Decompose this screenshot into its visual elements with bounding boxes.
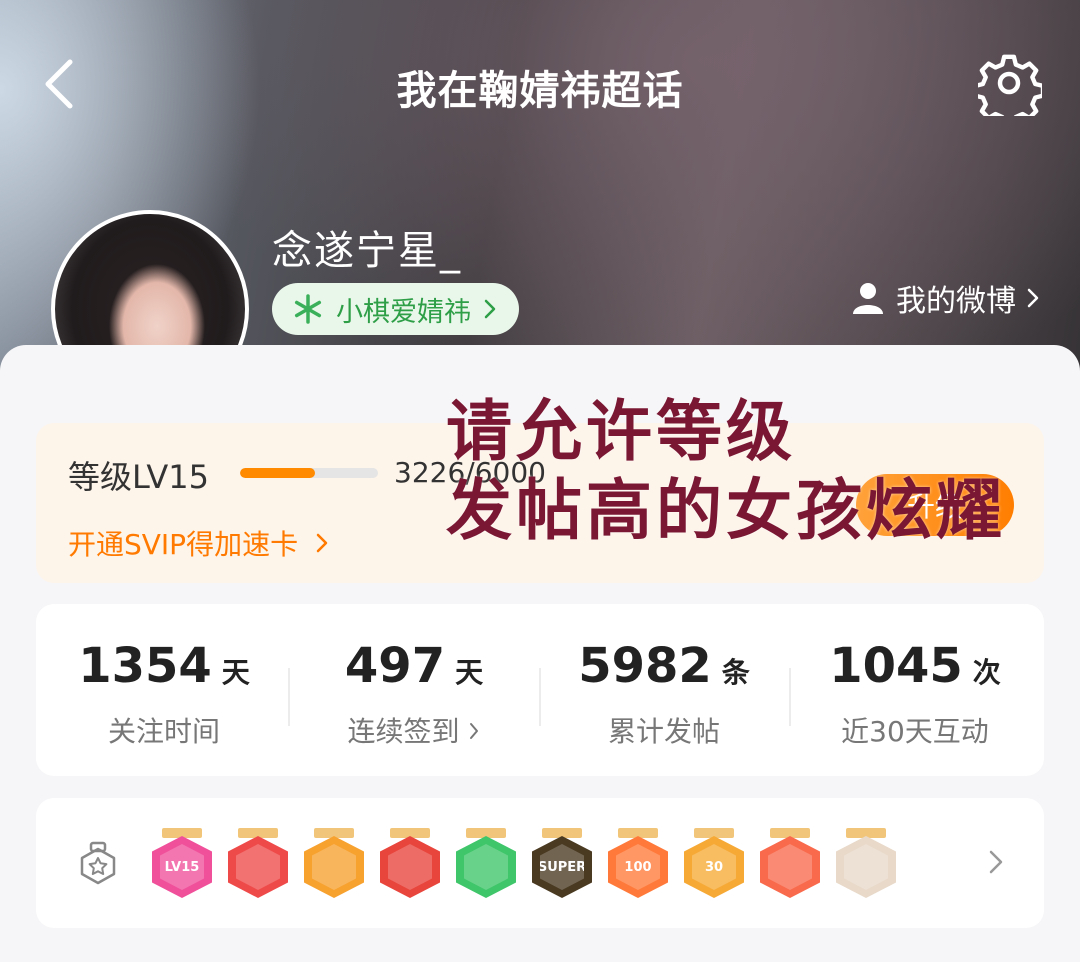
medal-box-icon xyxy=(80,841,116,885)
svip-link[interactable]: 开通SVIP得加速卡 xyxy=(68,523,329,563)
gear-icon xyxy=(972,54,1046,127)
page-title: 我在鞠婧祎超话 xyxy=(396,68,684,114)
stat-value: 5982 xyxy=(578,638,712,694)
medal-badge-icon[interactable]: 30 xyxy=(684,828,744,898)
fan-tag-button[interactable]: 小棋爱婧祎 xyxy=(272,283,519,335)
username: 念遂宁星_ xyxy=(272,228,462,274)
medal-badge-icon[interactable] xyxy=(456,828,516,898)
svip-link-label: 开通SVIP得加速卡 xyxy=(68,528,299,561)
chevron-right-icon xyxy=(470,723,479,739)
stat-checkin-streak[interactable]: 497 天 连续签到 xyxy=(289,638,539,750)
medal-badge-icon[interactable] xyxy=(836,828,896,898)
stat-unit: 次 xyxy=(972,656,1001,689)
stat-unit: 天 xyxy=(221,656,250,689)
level-label: 等级LV15 xyxy=(68,458,209,496)
overlay-caption-line2: 发帖高的女孩炫耀 xyxy=(446,472,1006,549)
stat-label: 关注时间 xyxy=(107,715,220,748)
stat-label: 累计发帖 xyxy=(607,715,720,748)
level-progress-fill xyxy=(240,468,315,478)
person-icon xyxy=(853,283,883,314)
medal-badge-icon[interactable] xyxy=(304,828,364,898)
medals-more-button[interactable] xyxy=(982,846,1010,878)
stat-unit: 天 xyxy=(455,656,484,689)
stat-label: 近30天互动 xyxy=(841,715,989,748)
medal-badge-icon[interactable] xyxy=(760,828,820,898)
stat-unit: 条 xyxy=(721,656,750,689)
chevron-right-icon xyxy=(1027,288,1039,308)
stat-label: 连续签到 xyxy=(347,715,460,748)
chevron-right-icon xyxy=(316,533,328,553)
medal-badge-icon[interactable] xyxy=(380,828,440,898)
stat-total-posts: 5982 条 累计发帖 xyxy=(539,638,789,750)
stat-label-with-chevron: 连续签到 xyxy=(289,710,539,750)
my-weibo-link[interactable]: 我的微博 xyxy=(850,276,1040,320)
chevron-right-icon xyxy=(484,299,496,319)
stat-value: 497 xyxy=(344,638,446,694)
medal-badge-icon[interactable]: SUPER xyxy=(532,828,592,898)
snowflake-icon xyxy=(294,294,322,324)
medal-badge-icon[interactable]: 100 xyxy=(608,828,668,898)
my-weibo-label: 我的微博 xyxy=(896,284,1016,319)
fan-tag-label: 小棋爱婧祎 xyxy=(336,296,471,328)
stat-interactions-30d: 1045 次 近30天互动 xyxy=(790,638,1040,750)
medal-badge-icon[interactable]: LV15 xyxy=(152,828,212,898)
medal-badge-icon[interactable] xyxy=(228,828,288,898)
stat-value: 1045 xyxy=(829,638,963,694)
level-progress-bar xyxy=(240,468,378,478)
settings-button[interactable] xyxy=(972,52,1046,127)
chevron-right-icon xyxy=(989,850,1003,874)
stat-value: 1354 xyxy=(78,638,212,694)
medal-wall-button[interactable] xyxy=(78,841,118,885)
stat-follow-days: 1354 天 关注时间 xyxy=(39,638,289,750)
